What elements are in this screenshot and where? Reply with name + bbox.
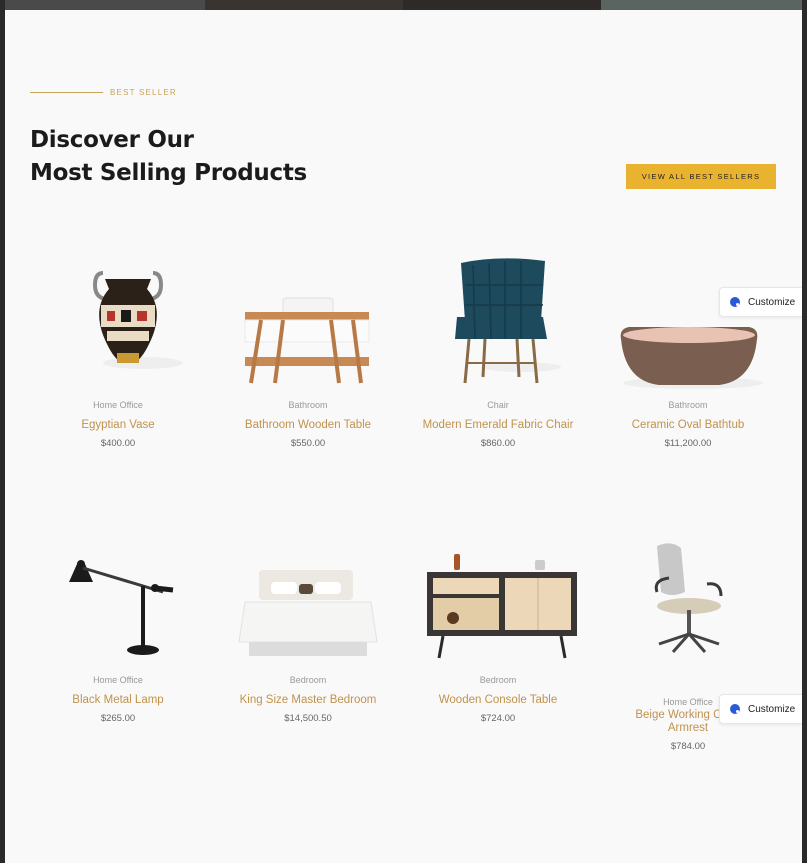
product-category: Home Office	[93, 675, 143, 685]
section-title-line2: Most Selling Products	[30, 160, 307, 186]
view-all-best-sellers-button[interactable]: VIEW ALL BEST SELLERS	[626, 164, 776, 189]
product-category: Bedroom	[479, 675, 517, 685]
section-title: Discover Our Most Selling Products	[30, 124, 307, 190]
product-price: $11,200.00	[664, 438, 712, 449]
product-card[interactable]: Bathroom Ceramic Oval Bathtub $11,200.00	[593, 255, 783, 449]
product-name[interactable]: King Size Master Bedroom	[213, 694, 403, 707]
eyebrow-line	[30, 92, 103, 93]
product-name[interactable]: Egyptian Vase	[23, 419, 213, 432]
palette-icon	[730, 704, 740, 714]
product-category: Bathroom	[668, 400, 708, 410]
product-price: $265.00	[100, 713, 136, 724]
product-card[interactable]: Bedroom Wooden Console Table $724.00	[403, 530, 593, 724]
product-image-vase[interactable]	[23, 255, 213, 400]
customize-label: Customize	[748, 296, 796, 308]
product-price: $724.00	[480, 713, 516, 724]
product-image-chair[interactable]	[403, 255, 593, 400]
product-price: $550.00	[290, 438, 326, 449]
hero-image-strip	[5, 0, 802, 10]
product-card[interactable]: Bedroom King Size Master Bedroom $14,500…	[213, 530, 403, 724]
product-image-bathtub[interactable]	[593, 255, 783, 400]
product-image-table[interactable]	[213, 255, 403, 400]
product-image-console[interactable]	[403, 530, 593, 675]
product-name[interactable]: Modern Emerald Fabric Chair	[403, 419, 593, 432]
product-category: Bathroom	[288, 400, 328, 410]
product-card[interactable]: Chair Modern Emerald Fabric Chair $860.0…	[403, 255, 593, 449]
palette-icon	[730, 297, 740, 307]
product-price: $860.00	[480, 438, 516, 449]
eyebrow-label: BEST SELLER	[110, 88, 177, 97]
product-name[interactable]: Black Metal Lamp	[23, 694, 213, 707]
product-card[interactable]: Home Office Black Metal Lamp $265.00	[23, 530, 213, 724]
product-image-lamp[interactable]	[23, 530, 213, 675]
customize-button[interactable]: Customize	[719, 287, 802, 317]
product-name[interactable]: Wooden Console Table	[403, 694, 593, 707]
product-card[interactable]: Bathroom Bathroom Wooden Table $550.00	[213, 255, 403, 449]
page: BEST SELLER Discover Our Most Selling Pr…	[5, 0, 802, 863]
product-price: $400.00	[100, 438, 136, 449]
product-name[interactable]: Bathroom Wooden Table	[213, 419, 403, 432]
customize-label: Customize	[748, 703, 796, 715]
product-name[interactable]: Ceramic Oval Bathtub	[593, 419, 783, 432]
section-title-line1: Discover Our	[30, 127, 194, 153]
product-image-office-chair[interactable]	[593, 530, 783, 675]
product-category: Bedroom	[289, 675, 327, 685]
product-image-bed[interactable]	[213, 530, 403, 675]
customize-button[interactable]: Customize	[719, 694, 802, 724]
section-eyebrow: BEST SELLER	[30, 88, 177, 97]
product-card[interactable]: Home Office Egyptian Vase $400.00	[23, 255, 213, 449]
product-category: Home Office	[93, 400, 143, 410]
product-category: Chair	[487, 400, 509, 410]
product-price: $784.00	[670, 741, 706, 752]
product-price: $14,500.50	[284, 713, 332, 724]
